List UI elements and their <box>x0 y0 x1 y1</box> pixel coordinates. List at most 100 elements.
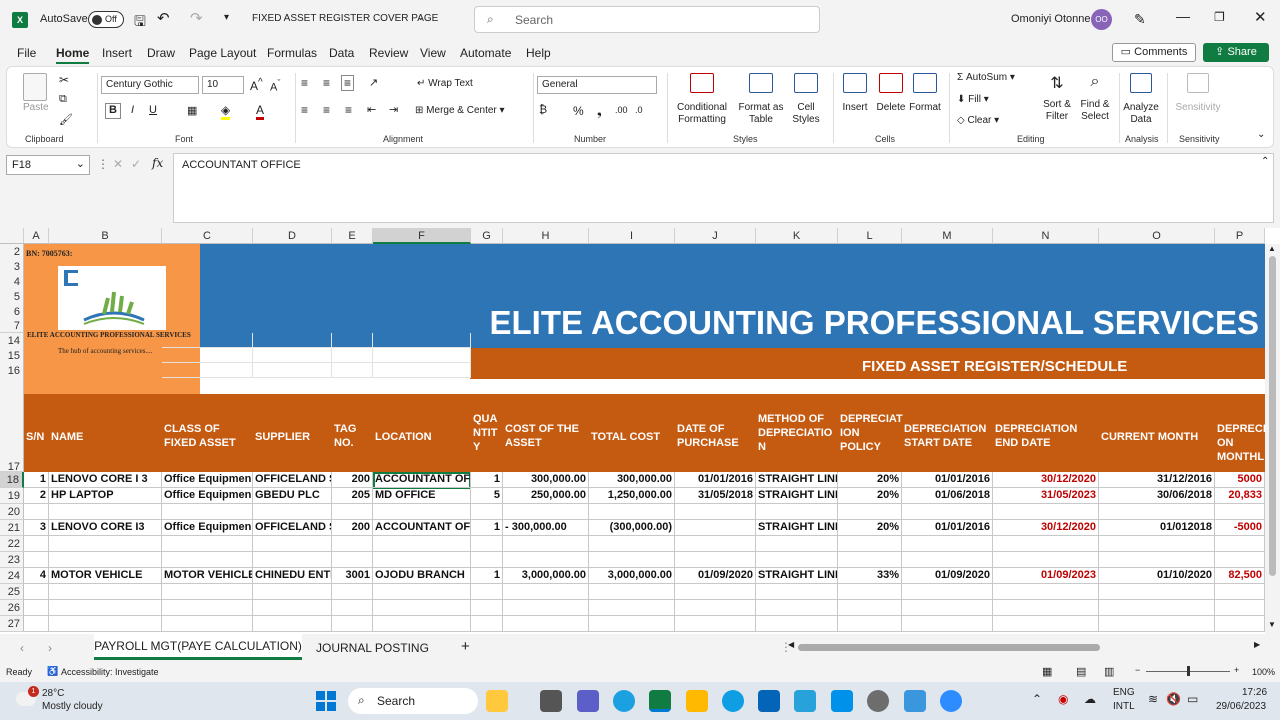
empty-cell[interactable] <box>1215 536 1265 552</box>
table-cell[interactable]: STRAIGHT LINE <box>756 568 838 584</box>
zoom-out-icon[interactable]: − <box>1135 665 1140 675</box>
row-header-22[interactable]: 22 <box>0 536 24 552</box>
scroll-right-icon[interactable]: ▶ <box>1254 640 1260 649</box>
scroll-left-icon[interactable]: ◀ <box>788 640 794 649</box>
table-cell[interactable]: - 300,000.00 <box>503 520 589 536</box>
empty-cell[interactable] <box>1099 504 1215 520</box>
tab-automate[interactable]: Automate <box>460 46 511 60</box>
page-break-view-icon[interactable]: ▥ <box>1104 665 1114 678</box>
empty-cell[interactable] <box>503 616 589 632</box>
empty-cell[interactable] <box>993 584 1099 600</box>
accessibility-status[interactable]: Accessibility: Investigate <box>61 667 159 677</box>
word-app-icon[interactable] <box>794 690 816 712</box>
column-header-d[interactable]: D <box>253 228 332 244</box>
tab-insert[interactable]: Insert <box>102 46 132 60</box>
column-header-e[interactable]: E <box>332 228 373 244</box>
font-name-select[interactable]: Century Gothic <box>101 76 199 94</box>
empty-cell[interactable] <box>49 600 162 616</box>
table-cell[interactable]: 1 <box>471 568 503 584</box>
prev-sheet-icon[interactable]: ‹ <box>20 641 24 655</box>
table-cell[interactable]: 20% <box>838 520 902 536</box>
increase-indent-icon[interactable]: ⇥ <box>389 103 398 116</box>
row-header-3[interactable]: 3 <box>0 259 24 275</box>
excel-taskbar-icon[interactable] <box>649 690 671 712</box>
empty-cell[interactable] <box>902 584 993 600</box>
align-bottom-icon[interactable]: ≡ <box>341 75 355 91</box>
empty-cell[interactable] <box>24 616 49 632</box>
empty-cell[interactable] <box>589 536 675 552</box>
zoom-in-icon[interactable]: + <box>1234 665 1239 675</box>
format-painter-icon[interactable]: 🖌 <box>59 113 73 126</box>
cell-styles-button[interactable]: Cell Styles <box>785 73 827 126</box>
table-cell[interactable]: 3001 <box>332 568 373 584</box>
table-cell[interactable]: ACCOUNTANT OF <box>373 520 471 536</box>
empty-cell[interactable] <box>49 536 162 552</box>
table-cell[interactable]: 205 <box>332 488 373 504</box>
empty-cell[interactable] <box>471 504 503 520</box>
row-header-5[interactable]: 5 <box>0 289 24 305</box>
tab-draw[interactable]: Draw <box>147 46 175 60</box>
accounting-format-icon[interactable]: ₿ <box>539 104 547 116</box>
tray-chevron-icon[interactable]: ⌃ <box>1032 692 1042 706</box>
empty-cell[interactable] <box>838 616 902 632</box>
cell[interactable] <box>332 363 373 378</box>
empty-cell[interactable] <box>253 600 332 616</box>
row-header-2[interactable]: 2 <box>0 244 24 260</box>
save-icon[interactable]: 🖫 <box>134 11 146 35</box>
autosave-toggle[interactable]: Off <box>88 11 124 28</box>
table-cell[interactable]: Office Equipmen <box>162 488 253 504</box>
table-cell[interactable]: 250,000.00 <box>503 488 589 504</box>
empty-cell[interactable] <box>1215 584 1265 600</box>
table-cell[interactable]: CHINEDU ENTE <box>253 568 332 584</box>
zoom-slider-thumb[interactable] <box>1187 666 1190 676</box>
empty-cell[interactable] <box>503 504 589 520</box>
scroll-thumb[interactable] <box>1269 256 1276 576</box>
teams-icon[interactable] <box>577 690 599 712</box>
font-size-select[interactable]: 10 <box>202 76 244 94</box>
fill-button[interactable]: ⬇ Fill ▾ <box>957 94 989 105</box>
row-header-21[interactable]: 21 <box>0 520 24 536</box>
wrap-text-button[interactable]: ↵ Wrap Text <box>417 78 473 89</box>
formula-input[interactable]: ACCOUNTANT OFFICE <box>173 153 1274 223</box>
tab-home[interactable]: Home <box>56 46 90 64</box>
empty-cell[interactable] <box>1215 552 1265 568</box>
column-header-b[interactable]: B <box>49 228 162 244</box>
table-cell[interactable]: 30/12/2020 <box>993 520 1099 536</box>
table-cell[interactable]: GBEDU PLC <box>253 488 332 504</box>
horizontal-scrollbar[interactable]: ◀ ▶ <box>788 640 1264 652</box>
row-header-24[interactable]: 24 <box>0 568 24 584</box>
empty-cell[interactable] <box>332 584 373 600</box>
wifi-icon[interactable]: ≋ <box>1148 692 1158 706</box>
table-cell[interactable]: HP LAPTOP <box>49 488 162 504</box>
empty-cell[interactable] <box>471 552 503 568</box>
column-header-n[interactable]: N <box>993 228 1099 244</box>
tab-payroll[interactable]: PAYROLL MGT(PAYE CALCULATION) <box>94 634 302 660</box>
empty-cell[interactable] <box>993 600 1099 616</box>
percent-icon[interactable]: % <box>573 104 584 118</box>
column-header-o[interactable]: O <box>1099 228 1215 244</box>
edge-icon[interactable] <box>613 690 635 712</box>
add-sheet-icon[interactable]: + <box>461 638 470 655</box>
orientation-icon[interactable]: ↗ <box>369 76 378 89</box>
help-app-icon[interactable] <box>722 690 744 712</box>
rainout-app-icon[interactable] <box>486 690 508 712</box>
column-header-g[interactable]: G <box>471 228 503 244</box>
empty-cell[interactable] <box>756 616 838 632</box>
tab-journal-posting[interactable]: JOURNAL POSTING <box>316 641 429 655</box>
cell[interactable] <box>253 348 332 363</box>
empty-cell[interactable] <box>902 616 993 632</box>
empty-cell[interactable] <box>675 616 756 632</box>
tab-view[interactable]: View <box>420 46 446 60</box>
empty-cell[interactable] <box>471 536 503 552</box>
table-cell[interactable]: 300,000.00 <box>589 472 675 488</box>
bold-icon[interactable]: B <box>105 103 121 119</box>
table-cell[interactable]: 30/12/2020 <box>993 472 1099 488</box>
column-header-f[interactable]: F <box>373 228 471 244</box>
table-cell[interactable]: OJODU BRANCH <box>373 568 471 584</box>
normal-view-icon[interactable]: ▦ <box>1042 665 1052 678</box>
empty-cell[interactable] <box>332 536 373 552</box>
task-view-icon[interactable] <box>540 690 562 712</box>
table-cell[interactable]: STRAIGHT LINE <box>756 520 838 536</box>
temperature[interactable]: 28°C <box>42 688 64 699</box>
redo-icon[interactable]: ↷ <box>190 9 203 27</box>
